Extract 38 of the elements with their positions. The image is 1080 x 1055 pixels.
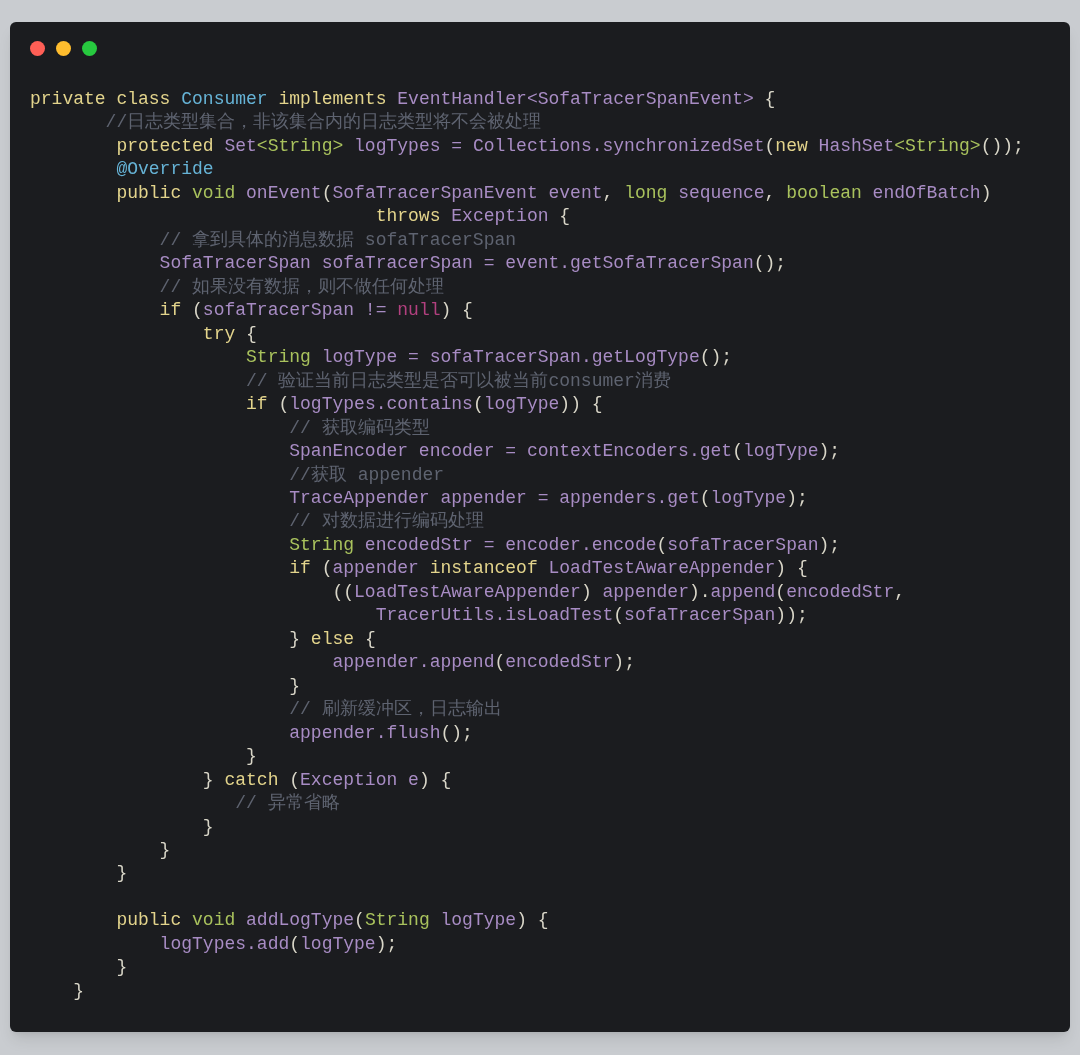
code-line: logTypes.add(logType); xyxy=(158,932,398,956)
code-line: String logType = sofaTracerSpan.getLogType(); xyxy=(245,346,733,370)
code-line: //日志类型集合，非该集合内的日志类型将不会被处理 xyxy=(104,111,542,135)
code-line: } xyxy=(245,745,257,769)
code-line: // 对数据进行编码处理 xyxy=(288,510,484,534)
code-line: String encodedStr = encoder.encode(sofaTracerSpan); xyxy=(288,533,841,557)
code-line: try { xyxy=(201,322,257,346)
code-line: } xyxy=(158,839,171,862)
code-line: } xyxy=(115,956,128,980)
code-line: protected Set<String> logTypes = Collections.synchronizedSet(new HashSet<String>()); xyxy=(115,134,1024,158)
code-line: } else { xyxy=(288,627,376,651)
code-line: // 获取编码类型 xyxy=(288,416,430,440)
code-line: // 如果没有数据，则不做任何处理 xyxy=(158,275,445,299)
code-line: TraceAppender appender = appenders.get(logType); xyxy=(288,486,808,510)
code-line: if (logTypes.contains(logType)) { xyxy=(245,393,603,417)
code-line: private class Consumer implements EventHandler<SofaTracerSpanEvent> { xyxy=(30,88,776,111)
code-line: @Override xyxy=(115,158,214,182)
code-line: // 拿到具体的消息数据 sofaTracerSpan xyxy=(158,228,517,252)
code-line: // 刷新缓冲区，日志输出 xyxy=(288,698,502,722)
code-line: ((LoadTestAwareAppender) appender).append(encodedStr, xyxy=(331,580,905,604)
code-line: appender.flush(); xyxy=(288,721,473,745)
code-line: throws Exception { xyxy=(374,205,571,229)
code-line: SpanEncoder encoder = contextEncoders.get(logType); xyxy=(288,440,841,464)
code-line: //获取 appender xyxy=(288,463,445,487)
code-line: if (appender instanceof LoadTestAwareAppender) { xyxy=(288,557,808,581)
code-line: // 验证当前日志类型是否可以被当前consumer消费 xyxy=(245,369,671,393)
code-line: public void onEvent(SofaTracerSpanEvent event, long sequence, boolean endOfBatch) xyxy=(115,181,992,205)
code-line: } xyxy=(201,815,214,839)
code-line: // 异常省略 xyxy=(234,792,340,816)
code-line: appender.append(encodedStr); xyxy=(331,651,635,675)
code-line: } xyxy=(72,979,84,1003)
code-line: } xyxy=(288,674,301,698)
code-line: } catch (Exception e) { xyxy=(201,768,452,792)
code-line: } xyxy=(115,862,128,886)
code-line: if (sofaTracerSpan != null) { xyxy=(158,299,473,323)
code-line: public void addLogType(String logType) { xyxy=(115,909,549,933)
code-line: SofaTracerSpan sofaTracerSpan = event.getSofaTracerSpan(); xyxy=(158,252,787,276)
code-line: TracerUtils.isLoadTest(sofaTracerSpan)); xyxy=(374,604,808,628)
